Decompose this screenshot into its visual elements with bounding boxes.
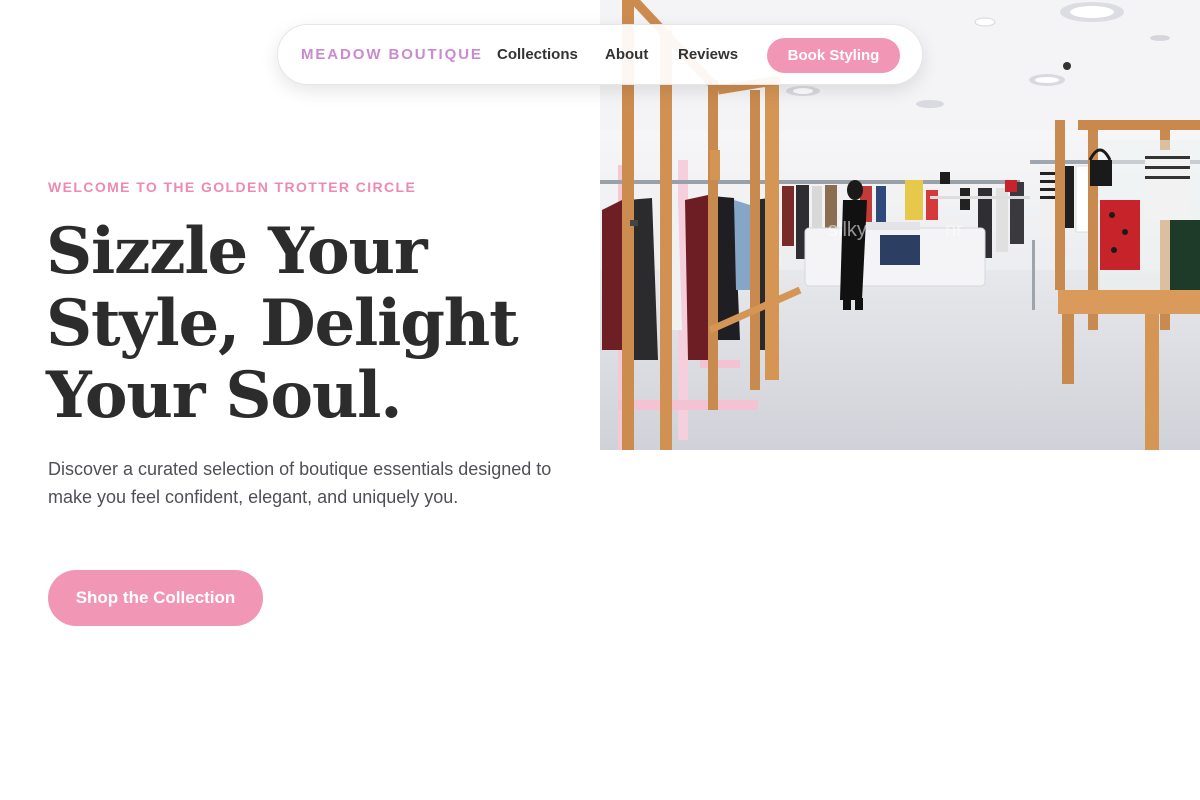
headline-line-1: Sizzle Your xyxy=(46,214,428,289)
nav-link-collections[interactable]: Collections xyxy=(497,46,578,63)
svg-text:nr: nr xyxy=(945,219,963,241)
hero-eyebrow: WELCOME TO THE GOLDEN TROTTER CIRCLE xyxy=(48,179,417,195)
top-navbar: MEADOW BOUTIQUE Collections About Review… xyxy=(277,24,923,85)
nav-link-about[interactable]: About xyxy=(605,46,648,63)
headline-line-2: Style, Delight xyxy=(46,286,519,361)
book-styling-button[interactable]: Book Styling xyxy=(767,38,900,73)
shop-collection-button[interactable]: Shop the Collection xyxy=(48,570,263,626)
svg-text:sllky: sllky xyxy=(828,219,867,241)
hero-headline: Sizzle Your Style, Delight Your Soul. xyxy=(46,216,566,432)
brand-logo[interactable]: MEADOW BOUTIQUE xyxy=(301,46,483,63)
hero-description: Discover a curated selection of boutique… xyxy=(48,459,552,507)
headline-line-3: Your Soul. xyxy=(46,358,403,433)
nav-link-reviews[interactable]: Reviews xyxy=(678,46,738,63)
